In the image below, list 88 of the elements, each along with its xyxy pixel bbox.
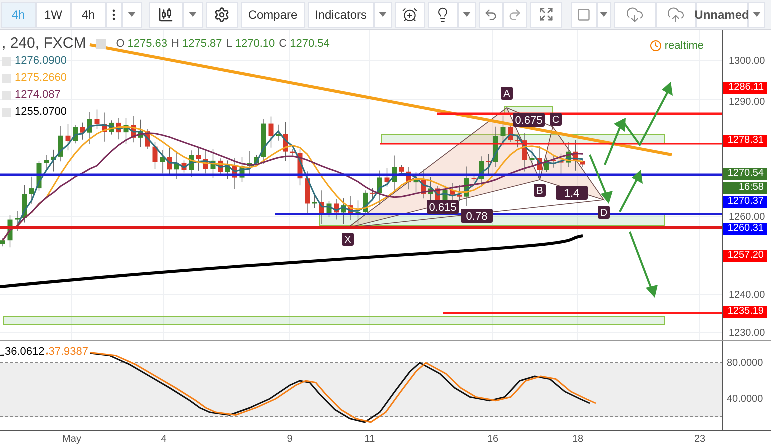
chart-type-button[interactable]: [149, 2, 183, 28]
ohlc-key: H: [172, 36, 180, 52]
dropdown-button[interactable]: [597, 2, 611, 28]
lightbulb-button[interactable]: [428, 2, 458, 28]
ratio-label: 1.4: [556, 186, 588, 200]
price-tick: 1260.00: [729, 212, 766, 224]
fullscreen-icon: [538, 7, 554, 22]
time-tick: 4: [161, 433, 167, 447]
price-tick: 1230.00: [729, 328, 766, 340]
oscillator-value: 37.9387: [48, 346, 90, 358]
layout-name-button[interactable]: Unnamed: [696, 2, 748, 28]
caret-icon: [189, 12, 197, 17]
time-tick: 11: [364, 433, 376, 447]
cloud-upload-icon: [667, 6, 685, 24]
indicator-value: 1275.2660: [15, 72, 67, 85]
undo-icon: [484, 8, 498, 22]
ohlc-value: 1275.87: [182, 37, 222, 52]
price-tag: 1278.31: [723, 135, 767, 147]
ratio-label: 0.675: [513, 113, 545, 127]
indicator-value: 1276.0900: [15, 55, 67, 68]
price-tag: 1270.37: [723, 196, 767, 208]
pattern-point-label: X: [342, 233, 354, 246]
dropdown-button[interactable]: [748, 2, 765, 28]
price-tag: 16:58: [723, 182, 767, 194]
oscillator-value: 36.0612: [4, 346, 46, 358]
cloud-download-icon: [626, 6, 644, 24]
clock-icon: [650, 40, 662, 52]
caret-icon: [379, 12, 387, 17]
time-tick: 23: [694, 433, 706, 447]
pattern-point-label: D: [598, 206, 610, 219]
oscillator-tick: 40.0000: [727, 393, 764, 407]
cloud-download-button[interactable]: [614, 2, 656, 28]
price-tick: 1290.00: [729, 97, 766, 109]
cloud-upload-button[interactable]: [656, 2, 696, 28]
arrow-drawing: [589, 154, 613, 204]
square-icon: [577, 8, 591, 22]
ohlc-key: L: [226, 36, 232, 52]
settings-icon: [214, 6, 230, 22]
caret-icon: [752, 12, 760, 17]
ohlc-key: C: [279, 36, 288, 52]
alarm-plus-button[interactable]: [395, 2, 425, 28]
price-tick: 1300.00: [729, 56, 766, 68]
time-tick: 16: [487, 433, 499, 447]
indicator-value: 1255.0700: [15, 106, 67, 119]
price-tag: 1270.54: [723, 168, 767, 180]
redo-icon: [508, 8, 522, 22]
more-button[interactable]: [106, 2, 122, 28]
oscillator-tick: 80.0000: [727, 357, 764, 371]
realtime-label: realtime: [664, 39, 704, 54]
price-tag: 1286.11: [723, 82, 767, 94]
price-tag: 1257.20: [723, 250, 767, 262]
symbol-title: , 240, FXCM: [2, 34, 86, 54]
caret-icon: [128, 12, 136, 17]
time-tick: May: [62, 433, 82, 447]
fullscreen-button[interactable]: [530, 2, 562, 28]
ohlc-value: 1270.54: [290, 37, 330, 52]
price-tag: 1260.31: [723, 223, 767, 235]
caret-icon: [463, 12, 471, 17]
ohlc-key: O: [116, 36, 125, 52]
ohlc-value: 1270.10: [235, 37, 276, 52]
pattern-point-label: C: [550, 113, 562, 126]
arrow-drawing: [619, 170, 643, 212]
pattern-point-label: A: [501, 87, 513, 100]
square-button[interactable]: [571, 2, 597, 28]
dropdown-button[interactable]: [374, 2, 392, 28]
indicator-value: 1274.087: [15, 89, 61, 102]
interval-tab[interactable]: 1W: [36, 2, 71, 28]
indicators-button[interactable]: Indicators: [308, 2, 374, 28]
alarm-clock-plus-icon: [402, 6, 418, 22]
interval-tab[interactable]: 4h: [71, 2, 106, 28]
price-tag: 1235.19: [723, 306, 767, 318]
dropdown-button[interactable]: [183, 2, 203, 28]
redo-button[interactable]: [503, 2, 527, 28]
settings-button[interactable]: [206, 2, 238, 28]
time-tick: 9: [287, 433, 293, 447]
undo-button[interactable]: [479, 2, 503, 28]
caret-icon: [600, 12, 608, 17]
compare-button[interactable]: Compare: [241, 2, 305, 28]
dropdown-button[interactable]: [458, 2, 476, 28]
price-tick: 1240.00: [729, 290, 766, 302]
dropdown-button[interactable]: [122, 2, 142, 28]
candlestick-icon: [158, 6, 174, 22]
ratio-label: 0.78: [461, 209, 493, 223]
time-tick: 18: [572, 433, 584, 447]
pattern-point-label: B: [534, 184, 546, 197]
ohlc-value: 1275.63: [128, 37, 168, 52]
arrow-drawing: [629, 232, 658, 298]
ratio-label: 0.615: [427, 200, 459, 214]
